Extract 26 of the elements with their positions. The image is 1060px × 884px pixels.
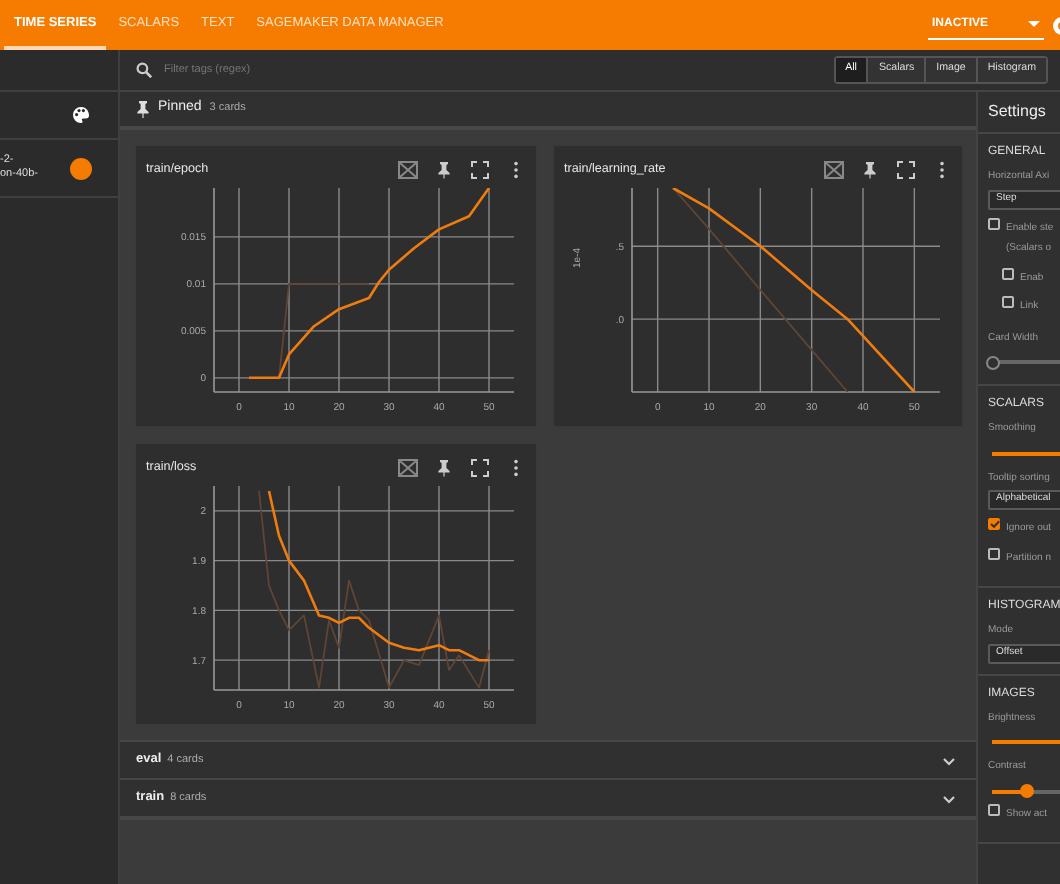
chevron-icon[interactable] [942, 793, 956, 803]
fullscreen-icon[interactable] [896, 159, 916, 179]
settings-icon[interactable] [1050, 13, 1060, 37]
chevron-icon[interactable] [942, 755, 956, 765]
pin-icon [136, 100, 150, 118]
checkbox[interactable] [988, 217, 1000, 229]
palette-icon[interactable] [72, 106, 90, 124]
pin-icon[interactable] [860, 159, 880, 179]
crossed-box-icon[interactable] [398, 159, 418, 179]
checkbox[interactable] [988, 803, 1000, 815]
caret-icon [1028, 20, 1040, 28]
fullscreen-icon[interactable] [470, 457, 490, 477]
pin-icon[interactable] [434, 457, 454, 477]
search-icon [136, 62, 152, 78]
checkbox[interactable] [988, 547, 1000, 559]
checkbox[interactable] [988, 518, 1000, 530]
fullscreen-icon[interactable] [470, 159, 490, 179]
checkbox[interactable] [1002, 267, 1014, 279]
pin-icon[interactable] [434, 159, 454, 179]
slider-thumb[interactable] [1020, 784, 1034, 798]
checkbox[interactable] [1002, 296, 1014, 308]
crossed-box-icon[interactable] [824, 159, 844, 179]
panel-title: Settings [988, 100, 1046, 124]
run-color-dot[interactable] [70, 157, 92, 179]
crossed-box-icon[interactable] [398, 457, 418, 477]
slider-thumb[interactable] [985, 355, 999, 369]
